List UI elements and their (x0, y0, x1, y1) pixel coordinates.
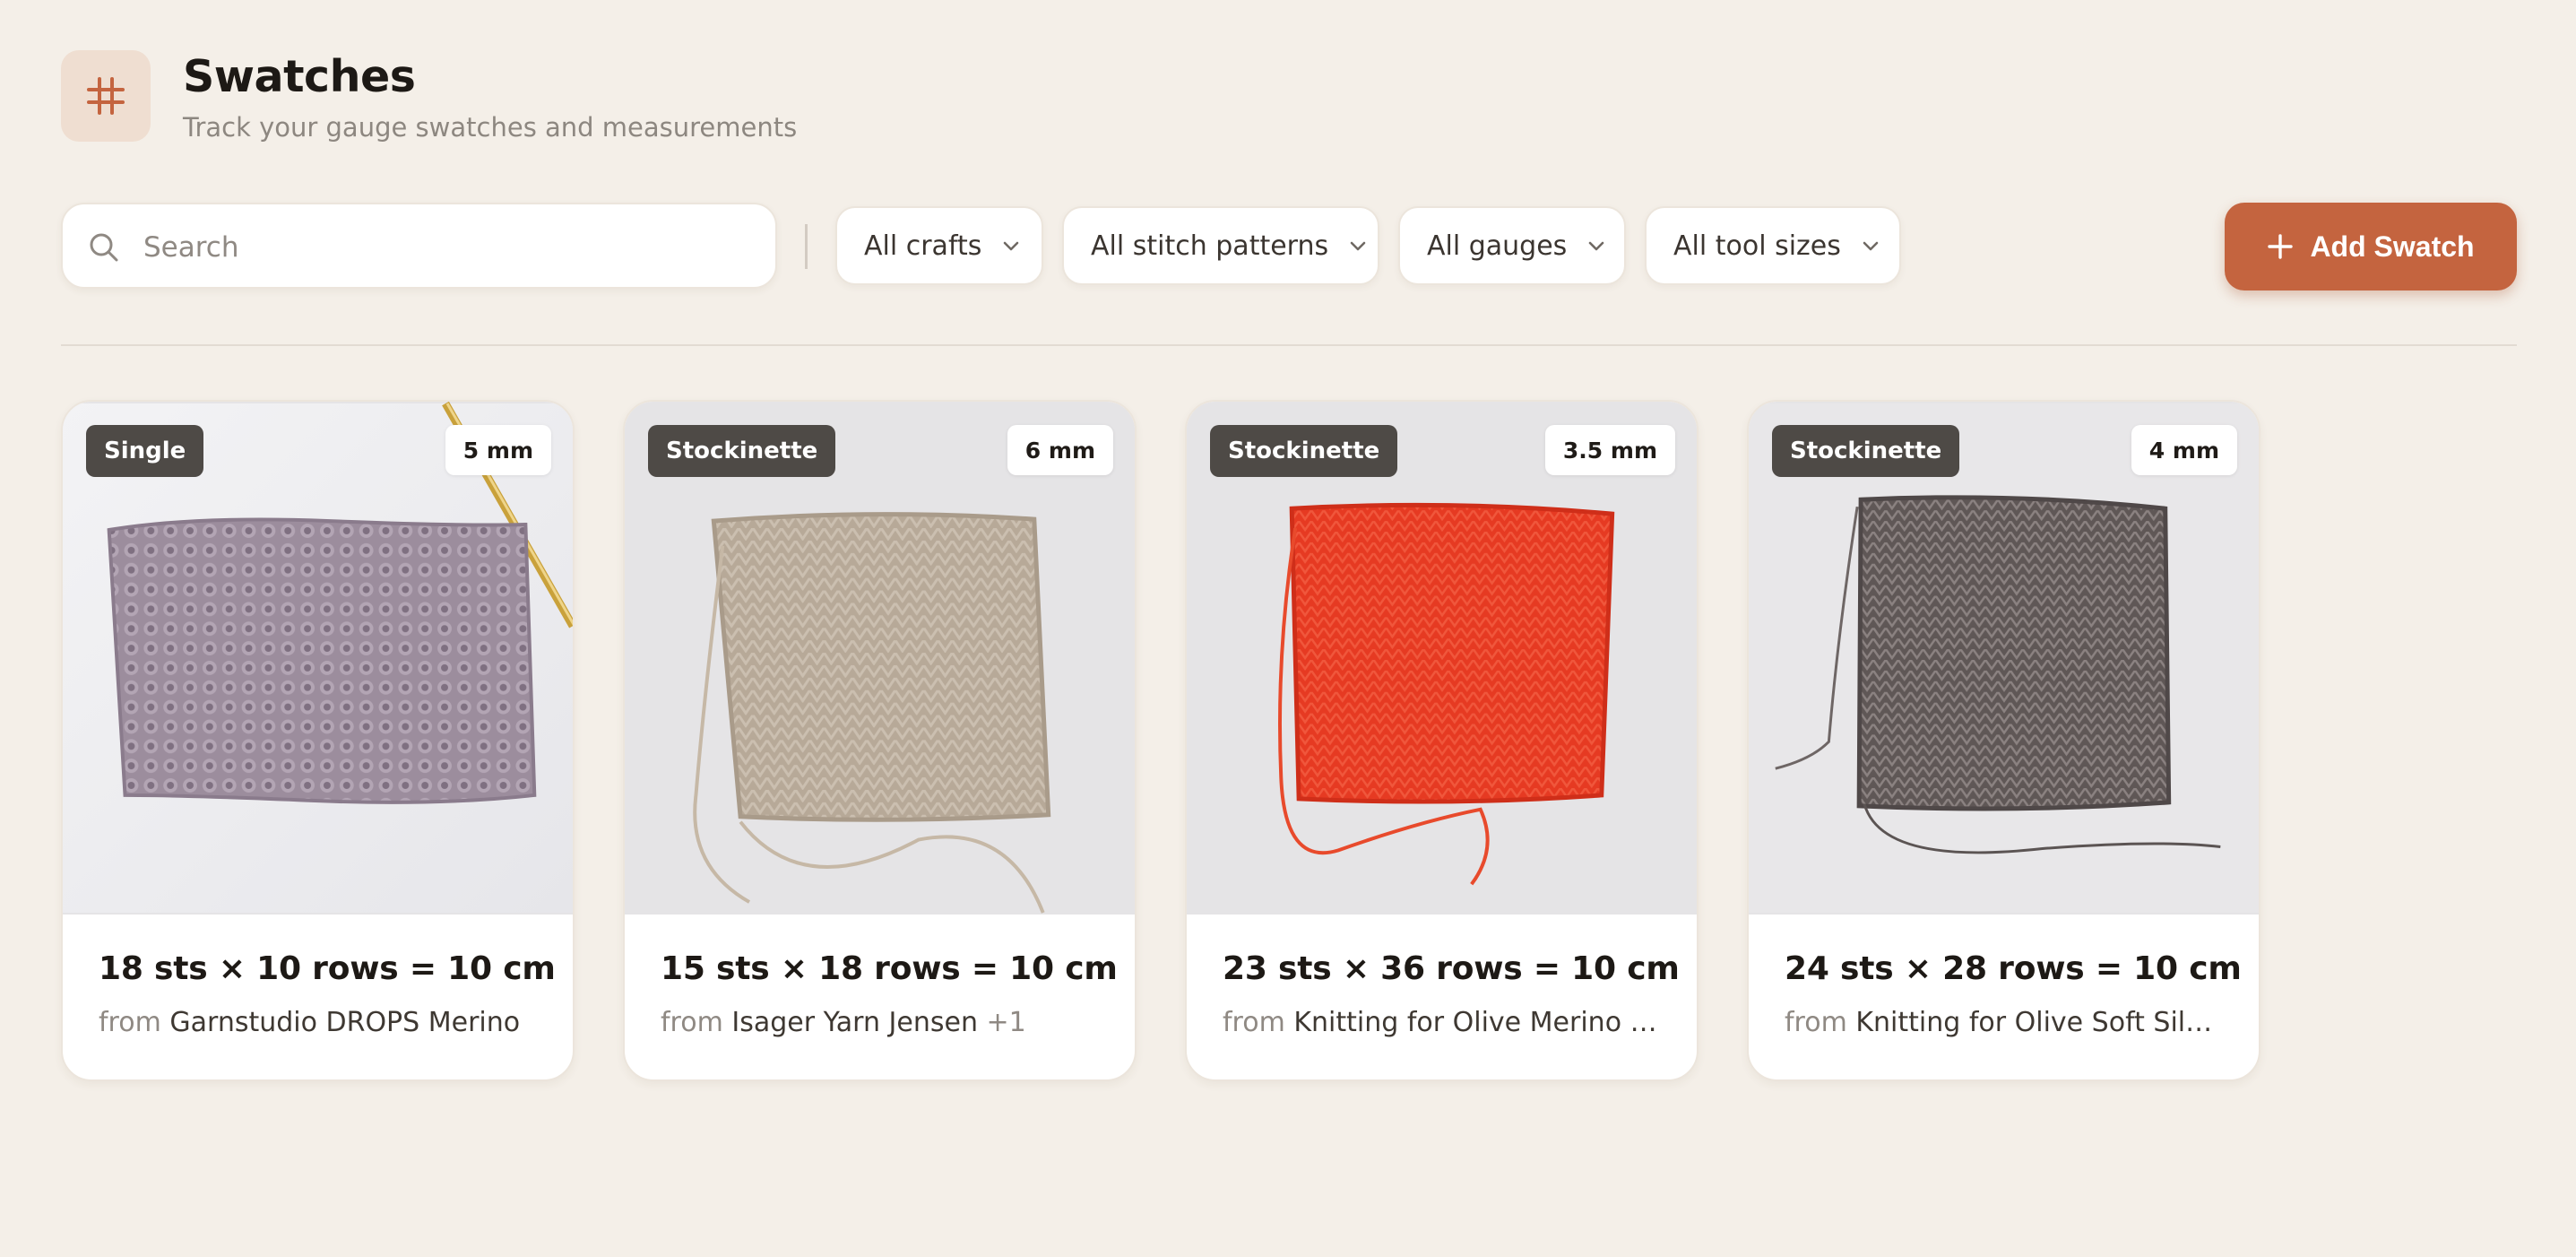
gauge-text: 15 sts × 18 rows = 10 cm (661, 950, 1118, 987)
swatch-photo: Stockinette 3.5 mm (1187, 402, 1697, 915)
chevron-down-icon (1350, 241, 1366, 251)
more-yarns-count: +1 (1629, 1007, 1661, 1038)
yarn-line: from Garnstudio DROPS Merino (99, 1007, 537, 1038)
yarn-line: from Knitting for Olive Merino +1 (1223, 1007, 1661, 1038)
swatch-card[interactable]: Stockinette 6 mm 15 sts × 18 rows = 10 c… (623, 400, 1137, 1081)
swatch-image (63, 402, 573, 914)
swatch-card[interactable]: Single 5 mm 18 sts × 10 rows = 10 cm fro… (61, 400, 575, 1081)
swatch-photo: Stockinette 4 mm (1749, 402, 2259, 915)
hash-icon (61, 50, 151, 142)
chevron-down-icon (1589, 241, 1604, 251)
toolbar-divider (805, 224, 808, 269)
filter-stitch-patterns[interactable]: All stitch patterns (1062, 206, 1379, 285)
chevron-down-icon (1863, 241, 1879, 251)
title-group: Swatches Track your gauge swatches and m… (183, 50, 797, 145)
yarn-line: from Isager Yarn Jensen +1 (661, 1007, 1099, 1038)
filter-stitch-patterns-label: All stitch patterns (1091, 230, 1329, 262)
card-body: 18 sts × 10 rows = 10 cm from Garnstudio… (63, 915, 573, 1038)
yarn-line: from Knitting for Olive Soft Silk Mohair (1785, 1007, 2223, 1038)
add-swatch-button[interactable]: Add Swatch (2225, 203, 2517, 290)
toolbar: All crafts All stitch patterns All gauge… (61, 203, 2517, 290)
yarn-name: Garnstudio DROPS Merino (169, 1007, 521, 1038)
filter-crafts[interactable]: All crafts (835, 206, 1043, 285)
add-swatch-label: Add Swatch (2310, 230, 2475, 263)
filter-tool-sizes-label: All tool sizes (1673, 230, 1841, 262)
filter-tool-sizes[interactable]: All tool sizes (1645, 206, 1901, 285)
stitch-pattern-badge: Stockinette (1772, 425, 1960, 477)
tool-size-badge: 5 mm (445, 425, 551, 475)
swatches-page: Swatches Track your gauge swatches and m… (0, 0, 2576, 1257)
search-box[interactable] (61, 203, 777, 289)
chevron-down-icon (1004, 241, 1019, 251)
swatch-card[interactable]: Stockinette 3.5 mm 23 sts × 36 rows = 10… (1185, 400, 1699, 1081)
filter-crafts-label: All crafts (864, 230, 982, 262)
swatch-photo: Single 5 mm (63, 402, 573, 915)
swatch-image (625, 403, 1135, 914)
stitch-pattern-badge: Stockinette (648, 425, 836, 477)
from-label: from (1223, 1007, 1285, 1038)
filter-gauges[interactable]: All gauges (1398, 206, 1626, 285)
swatch-grid: Single 5 mm 18 sts × 10 rows = 10 cm fro… (61, 400, 2260, 1081)
hash-icon-glyph (87, 77, 125, 115)
yarn-name: Knitting for Olive Merino (1293, 1007, 1622, 1038)
plus-icon (2268, 234, 2294, 259)
swatch-image (1749, 403, 2259, 914)
card-body: 23 sts × 36 rows = 10 cm from Knitting f… (1187, 915, 1697, 1038)
more-yarns-count: +1 (986, 1007, 1026, 1038)
swatch-photo: Stockinette 6 mm (625, 402, 1135, 915)
tool-size-badge: 3.5 mm (1544, 425, 1675, 475)
page-header: Swatches Track your gauge swatches and m… (61, 50, 797, 145)
section-divider (61, 344, 2517, 346)
filter-gauges-label: All gauges (1427, 230, 1568, 262)
search-input[interactable] (143, 224, 753, 271)
swatch-image (1187, 403, 1697, 914)
gauge-text: 23 sts × 36 rows = 10 cm (1223, 950, 1680, 987)
page-subtitle: Track your gauge swatches and measuremen… (183, 112, 798, 143)
swatch-card[interactable]: Stockinette 4 mm 24 sts × 28 rows = 10 c… (1747, 400, 2260, 1081)
gauge-text: 24 sts × 28 rows = 10 cm (1785, 950, 2242, 987)
from-label: from (99, 1007, 161, 1038)
yarn-name: Knitting for Olive Soft Silk Mohair (1855, 1007, 2223, 1038)
from-label: from (1785, 1007, 1847, 1038)
stitch-pattern-badge: Stockinette (1210, 425, 1398, 477)
tool-size-badge: 4 mm (2131, 425, 2237, 475)
tool-size-badge: 6 mm (1007, 425, 1113, 475)
search-icon (90, 233, 118, 262)
card-body: 15 sts × 18 rows = 10 cm from Isager Yar… (625, 915, 1135, 1038)
stitch-pattern-badge: Single (86, 425, 204, 477)
page-title: Swatches (183, 51, 416, 102)
yarn-name: Isager Yarn Jensen (731, 1007, 978, 1038)
gauge-text: 18 sts × 10 rows = 10 cm (99, 950, 556, 987)
card-body: 24 sts × 28 rows = 10 cm from Knitting f… (1749, 915, 2259, 1038)
from-label: from (661, 1007, 723, 1038)
